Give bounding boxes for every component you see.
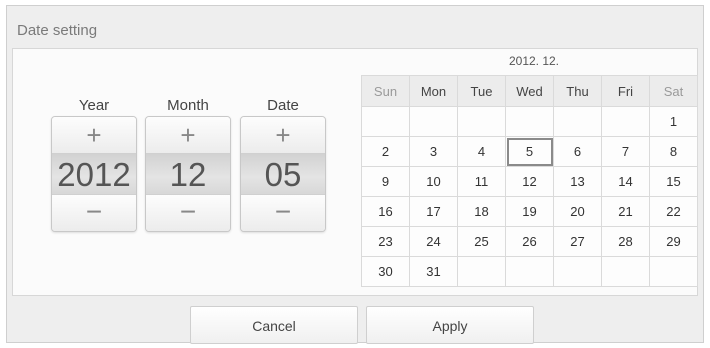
calendar-empty-cell [457,106,506,137]
weekday-fri: Fri [601,75,650,107]
calendar-day-cell[interactable]: 26 [505,226,554,257]
calendar-empty-cell [553,256,602,287]
calendar-day-cell[interactable]: 12 [505,166,554,197]
calendar-week-row: 1 [361,106,698,137]
weekday-mon: Mon [409,75,458,107]
apply-button[interactable]: Apply [366,306,534,344]
calendar-empty-cell [457,256,506,287]
calendar-day-cell[interactable]: 3 [409,136,458,167]
calendar-empty-cell [409,106,458,137]
calendar-day-cell[interactable]: 10 [409,166,458,197]
date-spinner-box: + 05 − [240,116,326,232]
year-spinner-box: + 2012 − [51,116,137,232]
calendar-day-cell[interactable]: 24 [409,226,458,257]
calendar-day-cell[interactable]: 4 [457,136,506,167]
weekday-sat: Sat [649,75,698,107]
calendar-selected-day-cell[interactable]: 5 [505,136,554,167]
weekday-wed: Wed [505,75,554,107]
calendar-day-cell[interactable]: 29 [649,226,698,257]
calendar-day-cell[interactable]: 21 [601,196,650,227]
calendar-day-cell[interactable]: 11 [457,166,506,197]
year-label: Year [78,97,110,114]
calendar-day-cell[interactable]: 14 [601,166,650,197]
calendar-week-row: 23 24 25 26 27 28 29 [361,226,698,257]
cancel-button[interactable]: Cancel [190,306,358,344]
month-label: Month [167,97,209,114]
year-value: 2012 [52,154,136,196]
calendar-day-cell[interactable]: 7 [601,136,650,167]
calendar-empty-cell [553,106,602,137]
calendar-day-cell[interactable]: 16 [361,196,410,227]
year-increment-button[interactable]: + [52,117,136,154]
calendar-empty-cell [601,256,650,287]
calendar-day-cell[interactable]: 20 [553,196,602,227]
calendar-day-cell[interactable]: 28 [601,226,650,257]
date-increment-button[interactable]: + [241,117,325,154]
month-decrement-button[interactable]: − [146,194,230,231]
calendar-month-label: 2012. 12. [508,54,560,68]
calendar-week-row: 2345678 [361,136,698,167]
calendar-day-cell[interactable]: 9 [361,166,410,197]
calendar-day-cell[interactable]: 31 [409,256,458,287]
month-increment-button[interactable]: + [146,117,230,154]
calendar-empty-cell [505,106,554,137]
calendar-week-row: 16 17 18 19 20 21 22 [361,196,698,227]
calendar-grid: Sun Mon Tue Wed Thu Fri Sat 1 2 3 4 5 6 7 8 9 10 1… [361,75,698,287]
weekday-tue: Tue [457,75,506,107]
calendar-week-row: 30 31 [361,256,698,287]
calendar-day-cell[interactable]: 27 [553,226,602,257]
calendar-day-cell[interactable]: 6 [553,136,602,167]
month-value: 12 [146,154,230,196]
weekday-thu: Thu [553,75,602,107]
calendar-day-cell[interactable]: 1 [649,106,698,137]
calendar-day-cell[interactable]: 30 [361,256,410,287]
calendar-empty-cell [649,256,698,287]
calendar-day-cell[interactable]: 2 [361,136,410,167]
dialog-title: Date setting [17,22,98,39]
calendar-day-cell[interactable]: 25 [457,226,506,257]
month-spinner-box: + 12 − [145,116,231,232]
calendar-day-cell[interactable]: 17 [409,196,458,227]
calendar-day-cell[interactable]: 23 [361,226,410,257]
calendar-day-cell[interactable]: 15 [649,166,698,197]
calendar-day-cell[interactable]: 18 [457,196,506,227]
date-label: Date [267,97,299,114]
calendar-day-cell[interactable]: 22 [649,196,698,227]
year-decrement-button[interactable]: − [52,194,136,231]
calendar-empty-cell [601,106,650,137]
calendar-week-row: 9 10 11 12 13 14 15 [361,166,698,197]
calendar-weekday-row: Sun Mon Tue Wed Thu Fri Sat [361,75,698,107]
calendar-day-cell[interactable]: 13 [553,166,602,197]
calendar-empty-cell [505,256,554,287]
calendar-empty-cell [361,106,410,137]
date-value: 05 [241,154,325,196]
date-decrement-button[interactable]: − [241,194,325,231]
calendar-day-cell[interactable]: 8 [649,136,698,167]
weekday-sun: Sun [361,75,410,107]
calendar-day-cell[interactable]: 19 [505,196,554,227]
